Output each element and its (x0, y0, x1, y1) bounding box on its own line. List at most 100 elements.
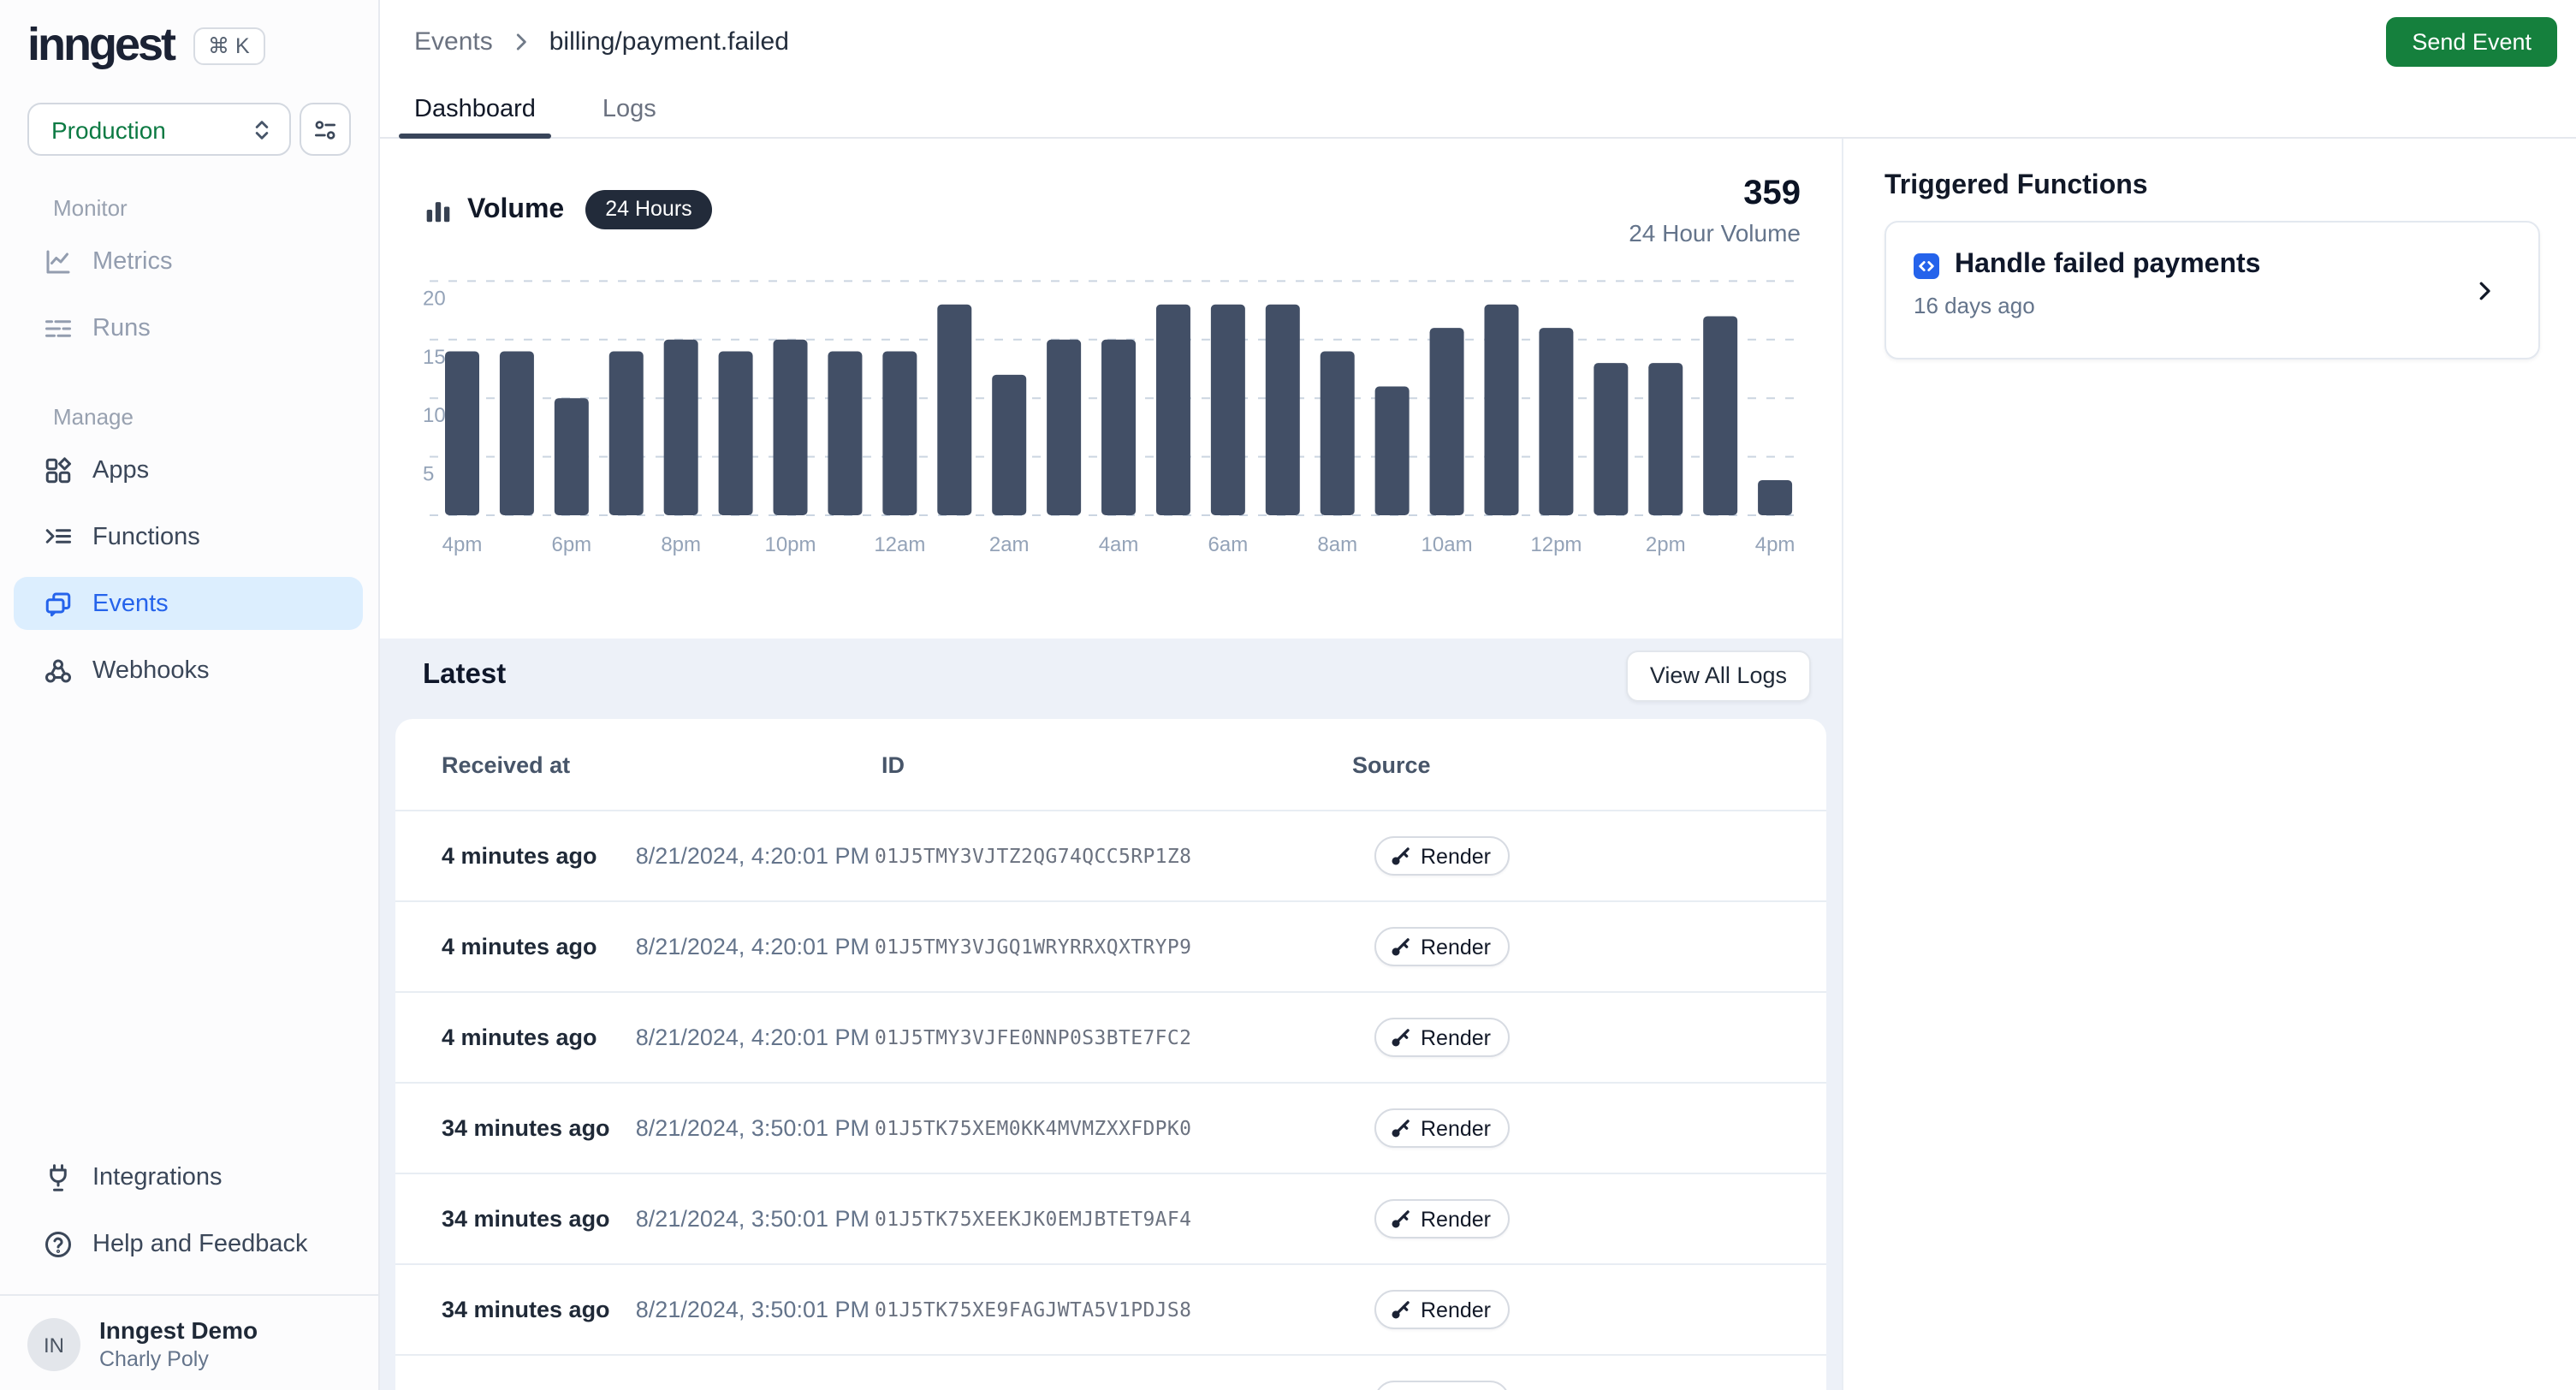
volume-bar-4am-12 (1101, 340, 1136, 515)
source-badge[interactable]: Render (1374, 1290, 1510, 1329)
sidebar-item-label: Webhooks (92, 656, 210, 684)
source-badge[interactable]: Render (1374, 836, 1510, 876)
triggered-function-card[interactable]: Handle failed payments 16 days ago (1885, 221, 2540, 359)
column-header-id: ID (881, 751, 905, 777)
apps-grid-icon (43, 454, 74, 485)
function-last-run: 16 days ago (1914, 293, 2511, 318)
environment-settings-button[interactable] (300, 103, 351, 156)
main-area: Events billing/payment.failed Send Event… (380, 0, 2576, 1390)
volume-bar-4pm-24 (1758, 480, 1792, 515)
received-at: 8/21/2024, 4:20:01 PM (601, 843, 870, 869)
volume-total: 359 (1629, 176, 1801, 212)
source-badge[interactable]: Render (1374, 1381, 1510, 1390)
volume-bar-3am-11 (1047, 340, 1081, 515)
received-relative: 4 minutes ago (442, 843, 597, 869)
range-badge[interactable]: 24 Hours (585, 190, 712, 229)
sidebar-item-label: Functions (92, 523, 200, 550)
nav-section-monitor: Monitor (53, 195, 378, 223)
latest-section: Latest View All Logs Received at ID Sour… (380, 639, 1842, 1390)
chevrons-up-down-icon (250, 117, 274, 141)
volume-bar-6am-14 (1211, 305, 1245, 515)
environment-name: Production (51, 116, 250, 143)
sidebar-item-help[interactable]: Help and Feedback (14, 1217, 363, 1270)
source-label: Render (1421, 935, 1491, 959)
volume-bar-2pm-22 (1648, 363, 1683, 515)
svg-text:8pm: 8pm (661, 533, 701, 556)
volume-bar-12am-8 (882, 351, 917, 515)
source-badge[interactable]: Render (1374, 1018, 1510, 1057)
received-at: 8/21/2024, 4:20:01 PM (601, 934, 870, 959)
volume-bar-10am-18 (1430, 328, 1464, 515)
volume-title: Volume (467, 194, 564, 225)
chevron-right-icon (508, 28, 534, 54)
received-at: 8/21/2024, 3:50:01 PM (601, 1297, 870, 1322)
volume-bar-3pm-23 (1703, 316, 1737, 515)
environment-select[interactable]: Production (27, 103, 291, 156)
svg-text:4am: 4am (1099, 533, 1139, 556)
sidebar-item-functions[interactable]: Functions (14, 510, 363, 563)
svg-text:10: 10 (423, 404, 446, 427)
svg-text:12pm: 12pm (1530, 533, 1582, 556)
event-id: 01J5TMY3VJTZ2QG74QCC5RP1Z8 (875, 844, 1191, 868)
key-icon (1390, 1208, 1412, 1230)
sidebar-item-integrations[interactable]: Integrations (14, 1150, 363, 1203)
received-at: 8/21/2024, 4:20:01 PM (601, 1025, 870, 1050)
command-k-shortcut[interactable]: ⌘ K (193, 27, 265, 64)
inngest-logo: inngest (27, 22, 174, 68)
event-id: 01J5TMY3VJFE0NNP0S3BTE7FC2 (875, 1025, 1191, 1049)
svg-text:5: 5 (423, 463, 434, 486)
question-circle-icon (43, 1228, 74, 1259)
table-row-5[interactable]: 34 minutes ago8/21/2024, 3:50:01 PM01J5T… (395, 1265, 1826, 1356)
breadcrumb-events[interactable]: Events (414, 27, 493, 56)
svg-text:15: 15 (423, 346, 446, 369)
content: Volume 24 Hours 359 24 Hour Volume 5 10 15… (380, 139, 2576, 1390)
sidebar-item-events[interactable]: Events (14, 577, 363, 630)
table-row-6[interactable]: 44 minutes ago8/21/2024, 3:40:01 PM01J5T… (395, 1356, 1826, 1390)
table-row-2[interactable]: 4 minutes ago8/21/2024, 4:20:01 PM01J5TM… (395, 993, 1826, 1084)
tab-dashboard[interactable]: Dashboard (414, 82, 536, 137)
logo-row: inngest ⌘ K (0, 0, 378, 68)
user-profile[interactable]: IN Inngest Demo Charly Poly (0, 1296, 378, 1390)
source-badge[interactable]: Render (1374, 1199, 1510, 1239)
key-icon (1390, 1117, 1412, 1139)
event-id: 01J5TK75XEEKJK0EMJBTET9AF4 (875, 1207, 1191, 1231)
volume-total-label: 24 Hour Volume (1629, 219, 1801, 247)
function-list-icon (43, 521, 74, 552)
sliders-icon (312, 116, 339, 143)
events-windows-icon (43, 588, 74, 619)
svg-text:20: 20 (423, 287, 446, 310)
sidebar-item-webhooks[interactable]: Webhooks (14, 644, 363, 697)
user-name: Charly Poly (99, 1347, 258, 1373)
volume-bar-4pm-0 (445, 351, 479, 515)
send-event-button[interactable]: Send Event (2386, 16, 2557, 66)
source-label: Render (1421, 1207, 1491, 1231)
sidebar-item-label: Integrations (92, 1163, 223, 1191)
table-row-3[interactable]: 34 minutes ago8/21/2024, 3:50:01 PM01J5T… (395, 1084, 1826, 1174)
environment-row: Production (0, 103, 378, 156)
source-label: Render (1421, 1025, 1491, 1049)
table-row-1[interactable]: 4 minutes ago8/21/2024, 4:20:01 PM01J5TM… (395, 902, 1826, 993)
source-label: Render (1421, 844, 1491, 868)
sidebar-item-metrics[interactable]: Metrics (14, 235, 363, 288)
user-org: Inngest Demo (99, 1316, 258, 1345)
volume-bar-12pm-20 (1539, 328, 1573, 515)
source-badge[interactable]: Render (1374, 927, 1510, 966)
sidebar-item-apps[interactable]: Apps (14, 443, 363, 496)
table-row-0[interactable]: 4 minutes ago8/21/2024, 4:20:01 PM01J5TM… (395, 811, 1826, 902)
key-icon (1390, 845, 1412, 867)
view-all-logs-button[interactable]: View All Logs (1626, 650, 1811, 701)
volume-bar-1am-9 (937, 305, 971, 515)
table-row-4[interactable]: 34 minutes ago8/21/2024, 3:50:01 PM01J5T… (395, 1174, 1826, 1265)
svg-text:6am: 6am (1208, 533, 1249, 556)
sidebar-item-runs[interactable]: Runs (14, 301, 363, 354)
svg-text:6pm: 6pm (551, 533, 591, 556)
sidebar-footer: Integrations Help and Feedback IN Innges… (0, 1150, 378, 1390)
source-label: Render (1421, 1298, 1491, 1322)
received-relative: 4 minutes ago (442, 934, 597, 959)
volume-bar-9pm-5 (719, 351, 753, 515)
sidebar-nav: Monitor Metrics Runs Manage Apps (0, 195, 378, 710)
volume-bar-8am-16 (1321, 351, 1355, 515)
right-column: Triggered Functions Handle failed paymen… (1843, 139, 2576, 1390)
source-badge[interactable]: Render (1374, 1108, 1510, 1148)
tab-logs[interactable]: Logs (602, 82, 656, 137)
